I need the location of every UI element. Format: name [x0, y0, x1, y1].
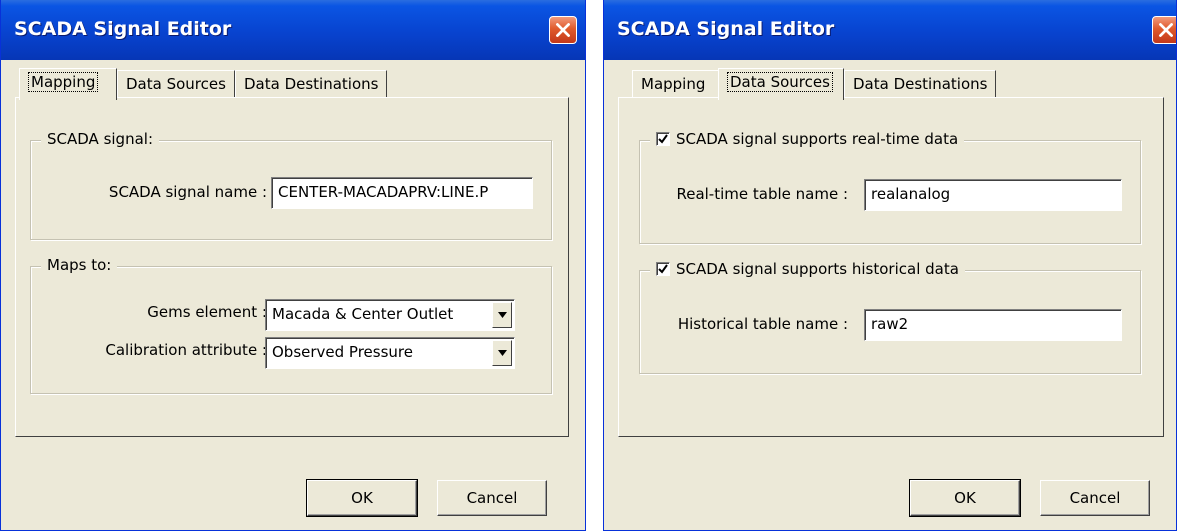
gems-element-dropdown[interactable]: Macada & Center Outlet — [265, 299, 515, 331]
calibration-attribute-dropdown[interactable]: Observed Pressure — [265, 337, 515, 369]
realtime-checkbox[interactable] — [656, 132, 670, 146]
ok-button[interactable]: OK — [306, 479, 418, 517]
close-button[interactable] — [1152, 16, 1176, 44]
signal-name-label: SCADA signal name : — [108, 183, 267, 201]
historical-checkbox-label: SCADA signal supports historical data — [676, 260, 959, 278]
tab-mapping[interactable]: Mapping — [632, 70, 728, 98]
cancel-button[interactable]: Cancel — [437, 480, 547, 516]
group-legend: SCADA signal: — [41, 130, 159, 148]
historical-table-label: Historical table name : — [677, 315, 848, 333]
tab-data-sources[interactable]: Data Sources — [117, 70, 235, 98]
signal-editor-dialog-mapping: SCADA Signal Editor Mapping Data Sources… — [0, 0, 586, 531]
chevron-down-icon — [498, 350, 507, 356]
selected-value: Observed Pressure — [272, 343, 413, 361]
title-bar[interactable]: SCADA Signal Editor — [1, 0, 585, 60]
close-button[interactable] — [549, 16, 577, 44]
maps-to-group: Maps to: Gems element : Macada & Center … — [30, 256, 552, 394]
mapping-tab-panel: SCADA signal: SCADA signal name : CENTER… — [15, 97, 569, 437]
checkmark-icon — [658, 264, 668, 274]
window-title: SCADA Signal Editor — [14, 18, 232, 40]
title-bar[interactable]: SCADA Signal Editor — [604, 0, 1176, 60]
realtime-table-input[interactable]: realanalog — [864, 179, 1122, 211]
tab-label: Mapping — [641, 75, 706, 93]
tab-data-sources[interactable]: Data Sources — [718, 68, 844, 100]
dropdown-button[interactable] — [492, 302, 512, 328]
tab-data-destinations[interactable]: Data Destinations — [844, 70, 996, 98]
checkmark-icon — [658, 134, 668, 144]
historical-checkbox-legend: SCADA signal supports historical data — [650, 260, 965, 278]
tab-label: Data Destinations — [853, 75, 988, 93]
close-icon — [1159, 23, 1173, 37]
chevron-down-icon — [498, 312, 507, 318]
historical-checkbox[interactable] — [656, 262, 670, 276]
tab-label: Data Sources — [126, 75, 226, 93]
tab-data-destinations[interactable]: Data Destinations — [235, 70, 387, 98]
calibration-attribute-label: Calibration attribute : — [105, 341, 267, 359]
ok-button[interactable]: OK — [909, 479, 1021, 517]
historical-group: SCADA signal supports historical data Hi… — [639, 260, 1141, 374]
signal-name-input[interactable]: CENTER-MACADAPRV:LINE.P — [271, 177, 533, 209]
tab-mapping[interactable]: Mapping — [19, 68, 117, 100]
cancel-button[interactable]: Cancel — [1040, 480, 1150, 516]
dropdown-button[interactable] — [492, 340, 512, 366]
data-sources-tab-panel: SCADA signal supports real-time data Rea… — [618, 97, 1164, 437]
close-icon — [556, 23, 570, 37]
realtime-group: SCADA signal supports real-time data Rea… — [639, 130, 1141, 244]
signal-editor-dialog-data-sources: SCADA Signal Editor Mapping Data Sources… — [603, 0, 1177, 531]
tab-label: Data Destinations — [244, 75, 379, 93]
group-legend: Maps to: — [41, 256, 118, 274]
scada-signal-group: SCADA signal: SCADA signal name : CENTER… — [30, 130, 552, 240]
historical-table-input[interactable]: raw2 — [864, 309, 1122, 341]
gems-element-label: Gems element : — [147, 303, 267, 321]
realtime-checkbox-legend: SCADA signal supports real-time data — [650, 130, 965, 148]
realtime-checkbox-label: SCADA signal supports real-time data — [676, 130, 959, 148]
realtime-table-label: Real-time table name : — [676, 185, 848, 203]
tab-label: Data Sources — [727, 72, 833, 92]
selected-value: Macada & Center Outlet — [272, 305, 454, 323]
tab-label: Mapping — [28, 72, 99, 92]
window-title: SCADA Signal Editor — [617, 18, 835, 40]
